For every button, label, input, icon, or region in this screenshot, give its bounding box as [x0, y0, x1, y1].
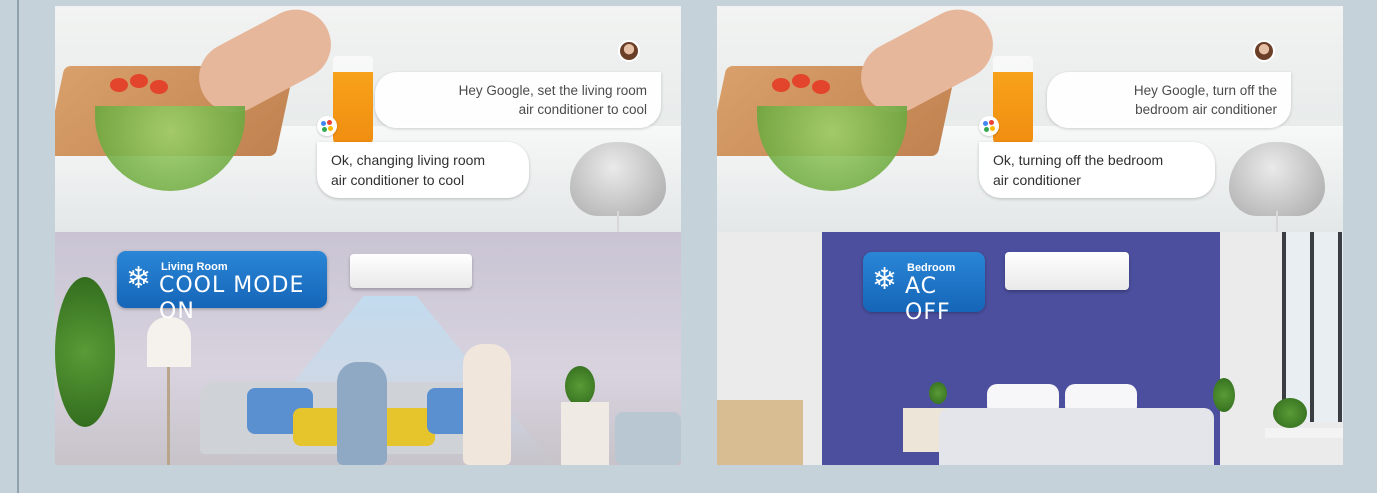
wooden-cabinet	[717, 400, 803, 465]
cushion-yellow	[293, 408, 343, 446]
living-room-scene: ❄ Living Room COOL MODE ON	[55, 232, 681, 465]
assistant-reply-line1: Ok, changing living room	[331, 152, 486, 168]
assistant-reply-bubble: Ok, changing living room air conditioner…	[317, 142, 529, 198]
status-text: COOL MODE ON	[159, 273, 305, 324]
speaker-cord	[1276, 211, 1278, 233]
assistant-logo-icon	[317, 116, 337, 136]
air-conditioner-unit	[350, 254, 472, 288]
user-message-line2: bedroom air conditioner	[1135, 102, 1277, 117]
snowflake-icon: ❄	[872, 263, 898, 296]
kitchen-scene: Hey Google, set the living room air cond…	[55, 6, 681, 233]
child-blindfolded	[337, 362, 387, 465]
side-table	[561, 402, 609, 465]
tomato-slice	[812, 80, 830, 94]
assistant-logo-icon	[979, 116, 999, 136]
status-badge: ❄ Bedroom AC OFF	[863, 252, 985, 325]
armchair	[615, 412, 681, 465]
stool-plant	[1213, 378, 1235, 412]
status-room-label: Living Room	[161, 261, 228, 273]
assistant-reply-bubble: Ok, turning off the bedroom air conditio…	[979, 142, 1215, 198]
small-plant	[929, 382, 947, 404]
tomato-slice	[792, 74, 810, 88]
lamp-stand	[167, 367, 170, 465]
status-text: AC OFF	[905, 274, 951, 325]
tomato-slice	[772, 78, 790, 92]
tomato-slice	[130, 74, 148, 88]
assistant-reply-line2: air conditioner to cool	[331, 172, 465, 188]
bedroom-scene: ❄ Bedroom AC OFF	[717, 232, 1343, 465]
orange-juice-glass	[993, 56, 1033, 146]
page-edge-line	[17, 0, 19, 493]
speaker-cord	[617, 211, 619, 233]
orange-juice-glass	[333, 56, 373, 146]
living-room-scene-panel: Hey Google, set the living room air cond…	[55, 6, 681, 465]
user-voice-bubble: Hey Google, turn off the bedroom air con…	[1047, 72, 1291, 128]
user-message-line2: air conditioner to cool	[518, 102, 647, 117]
tomato-slice	[150, 80, 168, 94]
user-avatar	[1253, 40, 1275, 62]
window	[1282, 232, 1343, 422]
status-room-label: Bedroom	[907, 262, 956, 274]
potted-plant-left	[55, 277, 115, 427]
kitchen-scene: Hey Google, turn off the bedroom air con…	[717, 6, 1343, 233]
child-standing	[463, 344, 511, 465]
air-conditioner-unit	[1005, 252, 1129, 290]
assistant-reply-line2: air conditioner	[993, 172, 1081, 188]
window-plant	[1273, 398, 1307, 428]
snowflake-icon: ❄	[126, 262, 152, 295]
user-message-line1: Hey Google, set the living room	[458, 83, 647, 98]
window-sill	[1265, 428, 1343, 438]
user-message-line1: Hey Google, turn off the	[1133, 83, 1277, 98]
bed	[939, 408, 1214, 465]
status-badge: ❄ Living Room COOL MODE ON	[117, 251, 327, 324]
assistant-reply-line1: Ok, turning off the bedroom	[993, 152, 1164, 168]
bedroom-scene-panel: Hey Google, turn off the bedroom air con…	[717, 6, 1343, 465]
user-avatar	[618, 40, 640, 62]
potted-plant-right	[565, 366, 595, 406]
user-voice-bubble: Hey Google, set the living room air cond…	[375, 72, 661, 128]
tomato-slice	[110, 78, 128, 92]
